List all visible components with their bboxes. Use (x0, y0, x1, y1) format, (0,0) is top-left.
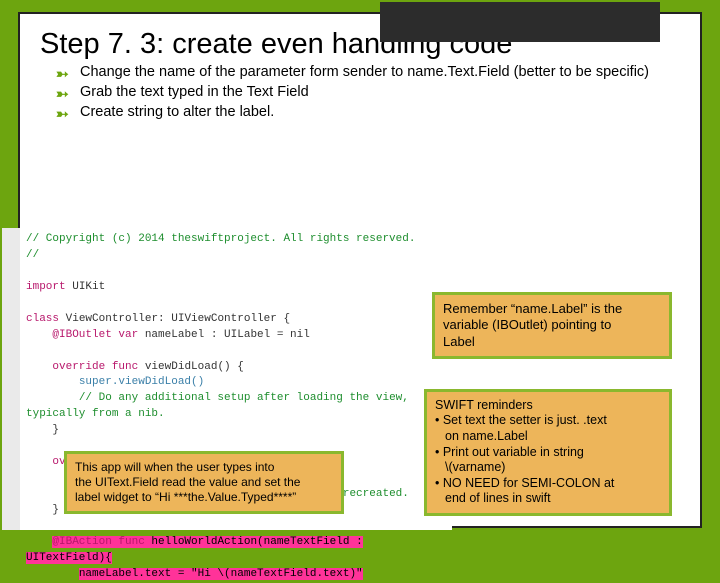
code-text: nameLabel : UILabel = nil (138, 329, 310, 341)
code-kw: @IBOutlet var (52, 329, 138, 341)
callout-text: \(varname) (435, 460, 661, 476)
bullet-text: Grab the text typed in the Text Field (80, 84, 309, 100)
highlighted-code-line: nameLabel.text = "Hi \(nameTextField.tex… (79, 568, 363, 580)
slide-frame: Step 7. 3: create even handling code ➳ C… (18, 12, 702, 528)
callout-title: SWIFT reminders (435, 398, 661, 414)
callout-text: on name.Label (435, 429, 661, 445)
title-decoration-bar (380, 2, 660, 42)
bullet-marker-icon: ➳ (56, 105, 69, 125)
bullet-text: Change the name of the parameter form se… (80, 64, 649, 80)
code-line: // Copyright (c) 2014 theswiftproject. A… (26, 233, 415, 245)
bullet-item: ➳ Grab the text typed in the Text Field (60, 83, 680, 102)
code-kw: import (26, 281, 66, 293)
code-text: } (52, 424, 59, 436)
code-line: // (26, 249, 39, 261)
callout-text: end of lines in swift (435, 491, 661, 507)
code-text: ViewController: UIViewController { (66, 313, 290, 325)
callout-app-description: This app will when the user types into t… (64, 451, 344, 514)
highlighted-code-line: @IBAction func helloWorldAction(nameText… (26, 536, 363, 564)
callout-text: label widget to “Hi ***the.Value.Typed**… (75, 490, 333, 505)
code-text: } (52, 504, 59, 516)
code-text: UIKit (72, 281, 105, 293)
callout-text: the UIText.Field read the value and set … (75, 475, 333, 490)
bullet-text: Create string to alter the label. (80, 104, 274, 120)
bullet-marker-icon: ➳ (56, 85, 69, 105)
bullet-item: ➳ Change the name of the parameter form … (60, 63, 680, 82)
callout-swift-reminders: SWIFT reminders • Set text the setter is… (424, 389, 672, 516)
callout-text: • NO NEED for SEMI-COLON at (435, 476, 661, 492)
bullet-list: ➳ Change the name of the parameter form … (20, 61, 700, 122)
callout-text: variable (IBOutlet) pointing to (443, 317, 661, 333)
code-kw: class (26, 313, 59, 325)
bullet-marker-icon: ➳ (56, 65, 69, 85)
code-text: viewDidLoad() { (138, 361, 244, 373)
code-kw: override func (52, 361, 138, 373)
code-text: super.viewDidLoad() (79, 376, 204, 388)
bullet-item: ➳ Create string to alter the label. (60, 103, 680, 122)
callout-remember: Remember “name.Label” is the variable (I… (432, 292, 672, 359)
callout-text: • Print out variable in string (435, 445, 661, 461)
callout-text: • Set text the setter is just. .text (435, 413, 661, 429)
callout-text: This app will when the user types into (75, 460, 333, 475)
code-line: // Do any additional setup after loading… (26, 392, 409, 420)
callout-text: Label (443, 334, 661, 350)
callout-text: Remember “name.Label” is the (443, 301, 661, 317)
